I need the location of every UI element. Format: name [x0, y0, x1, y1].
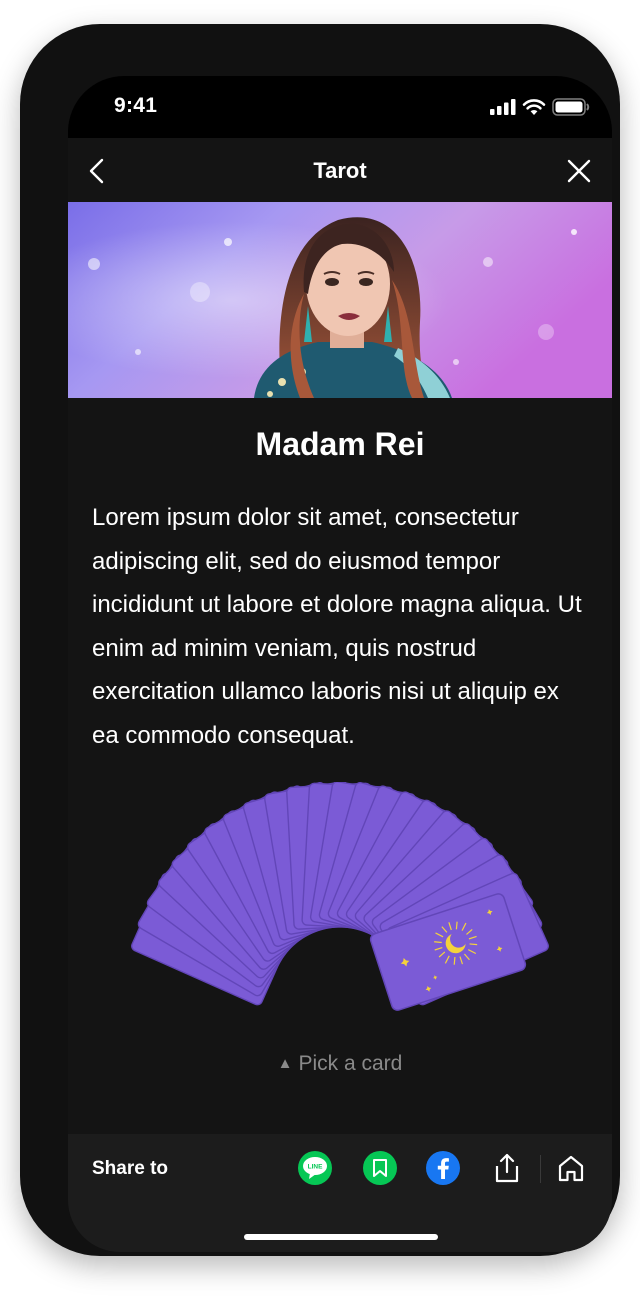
share-bar: Share to LINE — [68, 1134, 612, 1252]
share-label: Share to — [92, 1158, 169, 1179]
share-divider — [540, 1155, 541, 1183]
screen: 9:41 Tarot Madam Rei Lorem ipsum dolor s… — [68, 76, 612, 1252]
reader-description: Lorem ipsum dolor sit amet, consectetur … — [92, 504, 582, 749]
phone-frame: 9:41 Tarot Madam Rei Lorem ipsum dolor s… — [20, 24, 620, 1256]
pick-card-hint: ▲ Pick a card — [68, 1052, 612, 1076]
status-bar: 9:41 — [68, 76, 612, 138]
share-icon — [495, 1153, 519, 1183]
pick-card-label: Pick a card — [298, 1052, 403, 1075]
bookmark-icon — [373, 1159, 387, 1177]
navigation-bar: Tarot — [68, 138, 612, 202]
share-more-button[interactable] — [490, 1151, 524, 1185]
page-title: Tarot — [313, 158, 367, 183]
share-bookmark-button[interactable] — [363, 1151, 397, 1185]
share-line-button[interactable]: LINE — [298, 1151, 332, 1185]
facebook-icon — [437, 1158, 449, 1179]
battery-icon — [552, 98, 590, 116]
reader-portrait — [68, 202, 612, 398]
tarot-card-deck[interactable] — [128, 781, 552, 1022]
signal-icon — [490, 99, 516, 115]
home-button[interactable] — [554, 1151, 588, 1185]
status-time: 9:41 — [114, 94, 158, 117]
home-icon — [558, 1155, 584, 1182]
close-button[interactable] — [562, 154, 596, 188]
line-icon: LINE — [303, 1157, 327, 1179]
line-icon-label: LINE — [308, 1164, 323, 1171]
close-icon — [567, 159, 591, 183]
triangle-up-icon: ▲ — [277, 1055, 293, 1072]
reader-name: Madam Rei — [255, 426, 425, 462]
status-icons — [490, 98, 590, 116]
wifi-icon — [522, 98, 546, 115]
home-indicator — [244, 1234, 438, 1240]
card-fan — [131, 781, 549, 1011]
reader-hero-image — [68, 202, 612, 398]
share-facebook-button[interactable] — [426, 1151, 460, 1185]
